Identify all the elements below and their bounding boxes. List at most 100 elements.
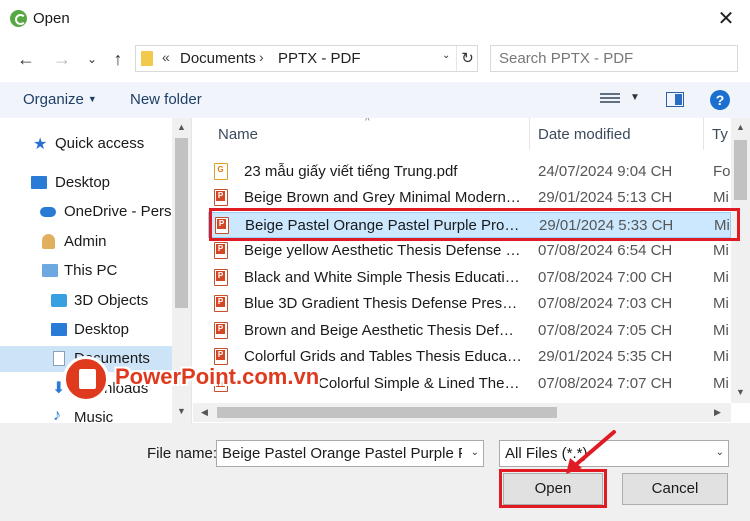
sort-ascending-icon: ^ [365,118,370,127]
file-type: Fo [713,163,731,180]
file-type: Mi [713,269,729,286]
dialog-footer: File name: Beige Pastel Orange Pastel Pu… [0,423,750,521]
address-bar[interactable]: « Documents › PPTX - PDF ⌄ ↻ [135,45,478,72]
scroll-down-icon[interactable]: ▼ [731,383,750,401]
view-dropdown-icon[interactable]: ▼ [630,92,640,103]
up-button[interactable]: ↑ [106,46,130,72]
forward-button[interactable]: → [50,46,74,72]
file-date: 24/07/2024 9:04 CH [538,163,673,180]
file-date: 07/08/2024 7:03 CH [538,295,673,312]
sidebar-item-desktop[interactable]: Desktop [0,170,172,196]
folder-icon [141,51,153,66]
file-name-label: File name: [147,445,218,462]
preview-pane-icon[interactable] [666,92,684,107]
file-row[interactable]: 23 mẫu giấy viết tiếng Trung.pdf 24/07/2… [208,159,731,185]
new-folder-button[interactable]: New folder [130,91,202,108]
scroll-up-icon[interactable]: ▲ [731,118,750,136]
app-icon [10,10,27,27]
file-row[interactable]: Brown and Beige Aesthetic Thesis Defens.… [208,318,731,344]
scrollbar-thumb[interactable] [217,407,557,418]
scrollbar-thumb[interactable] [734,140,747,200]
watermark-text: PowerPoint.com.vn [115,364,320,389]
command-bar: Organize ▼ New folder ▼ ? [0,82,750,118]
chevron-down-icon[interactable]: ⌄ [716,447,724,458]
file-name-input[interactable]: Beige Pastel Orange Pastel Purple Profes… [222,445,462,462]
organize-button[interactable]: Organize ▼ [23,91,97,108]
refresh-button[interactable]: ↻ [456,46,478,71]
column-header-date[interactable]: Date modified [538,126,631,158]
file-name-combobox[interactable]: Beige Pastel Orange Pastel Purple Profes… [216,440,484,467]
file-row[interactable]: Black and White Simple Thesis Education.… [208,265,731,291]
file-type: Mi [713,242,729,259]
window-title: Open [33,10,70,27]
sidebar-item-quick-access[interactable]: ★ Quick access [0,131,172,157]
breadcrumb-documents[interactable]: Documents [180,50,256,67]
search-input[interactable]: Search PPTX - PDF [499,50,633,67]
powerpoint-watermark: PowerPoint.com.vn [63,356,353,406]
file-name: Brown and Beige Aesthetic Thesis Defens.… [244,322,522,339]
desktop-icon [31,176,47,189]
file-date: 07/08/2024 7:07 CH [538,375,673,392]
breadcrumb-separator[interactable]: › [259,49,264,65]
breadcrumb-overflow[interactable]: « [162,49,170,65]
file-type: Mi [713,189,729,206]
file-name: 23 mẫu giấy viết tiếng Trung.pdf [244,163,458,180]
sidebar-item-onedrive[interactable]: OneDrive - Perso [0,199,180,225]
breadcrumb-pptx-pdf[interactable]: PPTX - PDF [278,50,361,67]
sidebar-item-music[interactable]: ♪ Music [0,405,172,423]
music-icon: ♪ [53,407,61,423]
close-button[interactable]: ✕ [712,5,740,33]
user-icon [42,234,55,249]
help-icon[interactable]: ? [710,90,730,110]
column-divider[interactable] [703,118,704,150]
recent-locations-button[interactable]: ⌄ [80,46,104,72]
pdf-icon [214,163,228,180]
file-date: 07/08/2024 7:05 CH [538,322,673,339]
cancel-button[interactable]: Cancel [622,473,728,505]
scrollbar-thumb[interactable] [175,138,188,308]
file-row[interactable]: Blue 3D Gradient Thesis Defense Present.… [208,291,731,317]
scroll-right-icon[interactable]: ▶ [708,403,727,421]
pptx-icon [214,189,228,206]
view-options-icon[interactable] [600,93,620,107]
computer-icon [42,264,58,277]
sidebar-item-label: Desktop [55,174,111,191]
highlight-box-selected-file [209,208,740,241]
star-icon: ★ [33,136,48,153]
column-header-name[interactable]: Name [218,126,258,158]
cloud-icon [40,207,56,217]
search-box[interactable]: Search PPTX - PDF [490,45,738,72]
file-name: Black and White Simple Thesis Education.… [244,269,522,286]
file-name: Beige Brown and Grey Minimal Modern ... [244,189,522,206]
sidebar-item-admin[interactable]: Admin [0,229,172,255]
file-name: Blue 3D Gradient Thesis Defense Present.… [244,295,522,312]
pptx-icon [214,269,228,286]
column-header-type[interactable]: Ty [712,126,728,158]
title-bar: Open ✕ [0,0,750,38]
sidebar-item-label: 3D Objects [74,292,149,309]
file-row[interactable]: Beige yellow Aesthetic Thesis Defense pr… [208,238,731,264]
sidebar-item-this-pc[interactable]: This PC [0,258,172,284]
powerpoint-logo-icon [63,356,109,402]
cube-icon [51,294,67,307]
sidebar-item-label: This PC [64,262,118,279]
file-list-scrollbar[interactable]: ▲ ▼ [731,118,750,403]
file-date: 29/01/2024 5:13 CH [538,189,673,206]
file-name: Beige yellow Aesthetic Thesis Defense pr… [244,242,522,259]
sidebar-item-3d-objects[interactable]: 3D Objects [0,288,172,314]
file-date: 29/01/2024 5:35 CH [538,348,673,365]
sidebar-item-label: Desktop [74,321,130,338]
column-divider[interactable] [529,118,530,150]
chevron-down-icon[interactable]: ⌄ [471,447,479,458]
organize-label: Organize [23,91,84,108]
file-type: Mi [713,348,729,365]
address-dropdown-icon[interactable]: ⌄ [442,50,456,61]
sidebar-item-label: Admin [64,233,107,250]
scroll-up-icon[interactable]: ▲ [172,118,191,136]
file-date: 07/08/2024 7:00 CH [538,269,673,286]
file-date: 07/08/2024 6:54 CH [538,242,673,259]
back-button[interactable]: ← [14,46,38,72]
file-type: Mi [713,375,729,392]
sidebar-item-desktop-pc[interactable]: Desktop [0,317,172,343]
pptx-icon [214,242,228,259]
